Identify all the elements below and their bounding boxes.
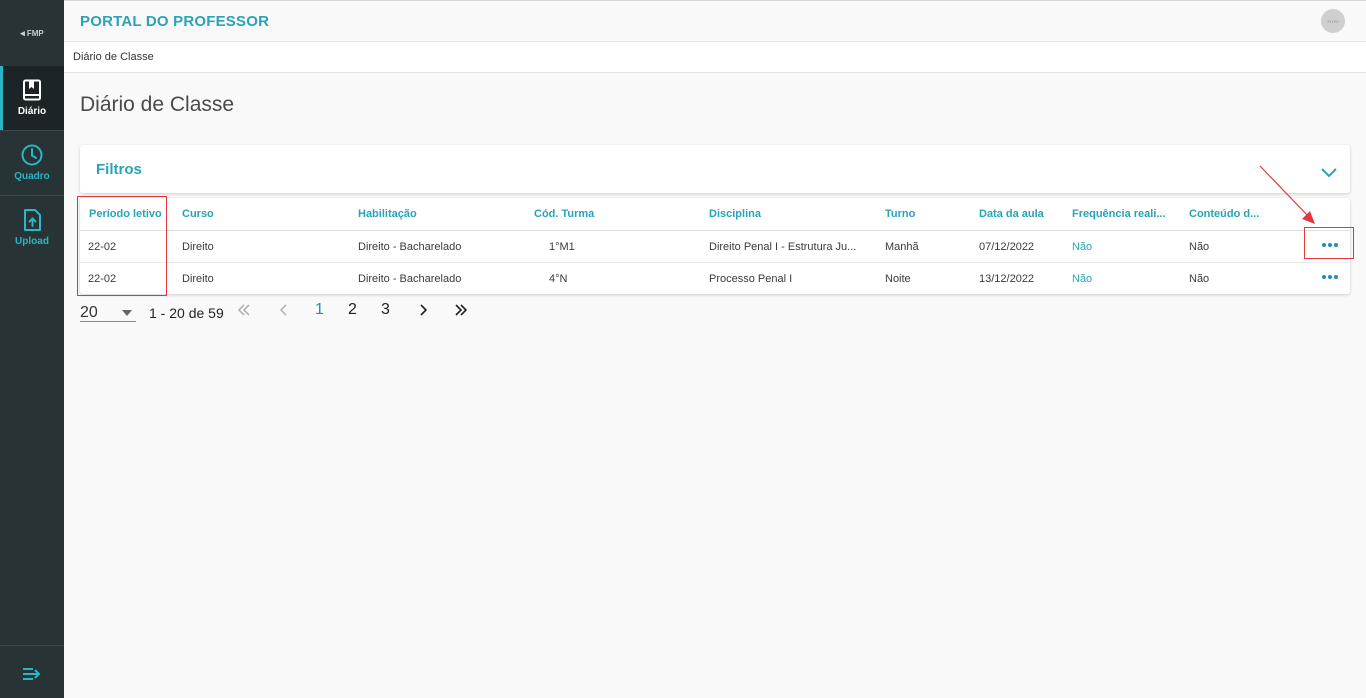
next-page-icon[interactable] (416, 303, 430, 317)
cell-disciplina: Processo Penal I (709, 273, 793, 285)
annotation-arrow (1259, 165, 1315, 224)
column-header-data-aula[interactable]: Data da aula (979, 208, 1044, 220)
book-icon (23, 79, 41, 101)
column-header-periodo[interactable]: Período letivo (89, 208, 162, 220)
sidebar-item-label: Upload (15, 236, 49, 247)
cell-habilitacao: Direito - Bacharelado (358, 241, 462, 253)
breadcrumb: Diário de Classe (64, 42, 1366, 73)
avatar[interactable]: FOTO (1321, 9, 1345, 33)
breadcrumb-item[interactable]: Diário de Classe (73, 51, 154, 63)
column-header-turno[interactable]: Turno (885, 208, 915, 220)
cell-turno: Manhã (885, 241, 919, 253)
page-number-1[interactable]: 1 (315, 301, 324, 319)
pagination: 20 1 - 20 de 59 1 2 3 (80, 300, 500, 322)
table-row[interactable]: 22-02 Direito Direito - Bacharelado 1°M1… (80, 231, 1350, 263)
chevron-down-icon[interactable] (1320, 165, 1338, 179)
sidebar: ◂ FMP Diário Quadro Upload (0, 0, 64, 698)
cell-cod-turma: 1°M1 (549, 241, 575, 253)
cell-habilitacao: Direito - Bacharelado (358, 273, 462, 285)
upload-file-icon (24, 209, 41, 231)
first-page-icon[interactable] (237, 303, 251, 317)
caret-down-icon (122, 310, 132, 316)
cell-frequencia-link[interactable]: Não (1072, 273, 1092, 285)
cell-curso: Direito (182, 273, 214, 285)
cell-cod-turma: 4°N (549, 273, 568, 285)
more-dots-icon (1328, 275, 1332, 279)
page-number-3[interactable]: 3 (381, 301, 390, 319)
sidebar-item-label: Quadro (14, 171, 50, 182)
logo-text: FMP (26, 28, 44, 38)
cell-disciplina: Direito Penal I - Estrutura Ju... (709, 241, 857, 253)
page-title: Diário de Classe (80, 93, 235, 116)
logo-mark-icon: ◂ (20, 27, 25, 38)
last-page-icon[interactable] (454, 303, 468, 317)
column-header-cod-turma[interactable]: Cód. Turma (534, 208, 594, 220)
more-dots-icon (1334, 243, 1338, 247)
app-title: PORTAL DO PROFESSOR (80, 13, 270, 30)
more-dots-icon (1322, 275, 1326, 279)
filters-panel[interactable]: Filtros (80, 145, 1350, 193)
more-dots-icon (1328, 243, 1332, 247)
cell-curso: Direito (182, 241, 214, 253)
page-range-text: 1 - 20 de 59 (149, 305, 224, 321)
logo: ◂ FMP (0, 22, 64, 44)
page-number-2[interactable]: 2 (348, 301, 357, 319)
row-actions-button[interactable] (1320, 238, 1340, 252)
clock-icon (21, 144, 43, 166)
page-size-select[interactable]: 20 (80, 302, 136, 322)
previous-page-icon[interactable] (277, 303, 291, 317)
sidebar-item-quadro[interactable]: Quadro (0, 131, 64, 195)
sidebar-item-diario[interactable]: Diário (0, 66, 64, 130)
column-header-disciplina[interactable]: Disciplina (709, 208, 761, 220)
app-header: PORTAL DO PROFESSOR FOTO (64, 0, 1366, 42)
avatar-text: FOTO (1327, 18, 1339, 24)
cell-data-aula: 07/12/2022 (979, 241, 1035, 253)
more-dots-icon (1334, 275, 1338, 279)
row-actions-button[interactable] (1320, 270, 1340, 284)
cell-frequencia-link[interactable]: Não (1072, 241, 1092, 253)
sidebar-item-upload[interactable]: Upload (0, 196, 64, 260)
page-size-value: 20 (80, 304, 98, 321)
cell-conteudo: Não (1189, 273, 1210, 285)
filters-title: Filtros (96, 161, 142, 178)
table-row[interactable]: 22-02 Direito Direito - Bacharelado 4°N … (80, 263, 1350, 295)
cell-periodo: 22-02 (88, 273, 117, 285)
sidebar-item-label: Diário (17, 106, 47, 117)
sidebar-divider (0, 645, 64, 646)
sidebar-collapse-button[interactable] (20, 664, 44, 684)
column-header-curso[interactable]: Curso (182, 208, 214, 220)
menu-collapse-icon (23, 668, 41, 680)
diary-table: Período letivo Curso Habilitação Cód. Tu… (80, 198, 1350, 294)
column-header-habilitacao[interactable]: Habilitação (358, 208, 417, 220)
cell-conteudo: Não (1189, 241, 1210, 253)
column-header-frequencia[interactable]: Frequência reali... (1072, 208, 1166, 220)
cell-data-aula: 13/12/2022 (979, 273, 1035, 285)
cell-turno: Noite (885, 273, 911, 285)
more-dots-icon (1322, 243, 1326, 247)
cell-periodo: 22-02 (88, 241, 117, 253)
column-header-conteudo[interactable]: Conteúdo d... (1189, 208, 1259, 220)
